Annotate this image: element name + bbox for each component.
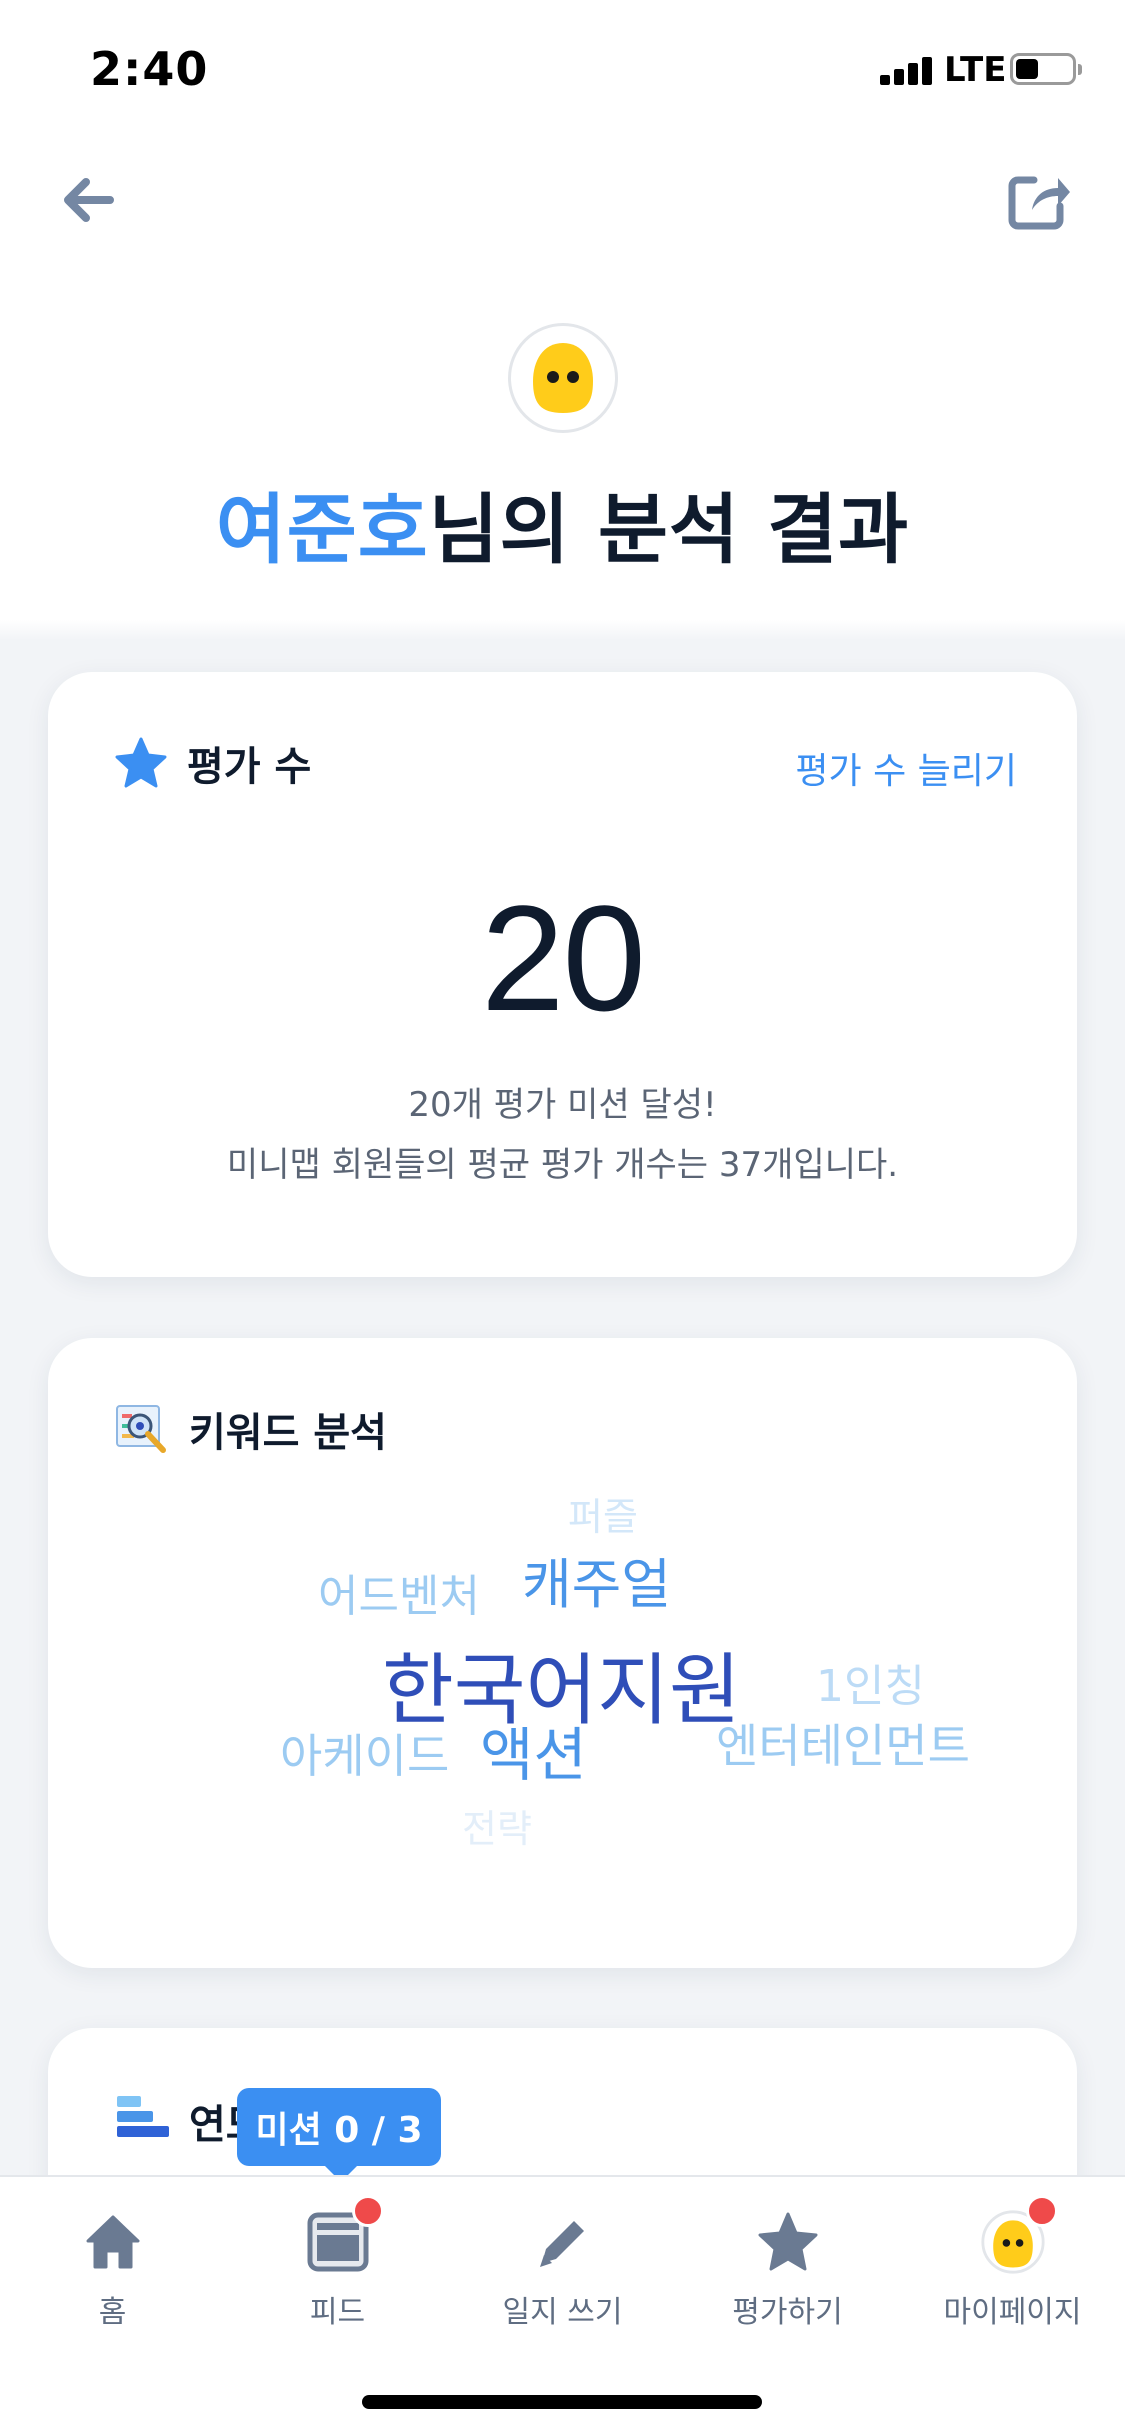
keyword-item: 액션 <box>480 1721 587 1789</box>
tab-rate-label: 평가하기 <box>732 2295 843 2330</box>
keyword-item: 어드벤처 <box>318 1571 480 1622</box>
keyword-item: 아케이드 <box>280 1729 450 1783</box>
status-time: 2:40 <box>90 42 209 96</box>
rating-mission-message: 20개 평가 미션 달성! <box>408 1085 717 1125</box>
tab-rate[interactable]: 평가하기 <box>675 2199 900 2339</box>
keyword-card-header: 키워드 분석 <box>113 1400 387 1458</box>
title-suffix: 님의 분석 결과 <box>428 485 910 574</box>
share-button[interactable] <box>998 160 1078 240</box>
tab-write-log[interactable]: 일지 쓰기 <box>450 2199 675 2339</box>
home-icon <box>80 2209 146 2275</box>
rating-count-value: 20 <box>481 874 646 1042</box>
star-icon <box>755 2209 821 2275</box>
avatar <box>508 323 618 433</box>
tab-home[interactable]: 홈 <box>0 2199 225 2339</box>
keyword-analysis-card: 키워드 분석 퍼즐 캐주얼 어드벤처 한국어지원 1인칭 아케이드 액션 엔터테… <box>48 1338 1077 1968</box>
star-icon <box>115 737 167 788</box>
tab-write-log-label: 일지 쓰기 <box>502 2295 623 2330</box>
increase-ratings-link[interactable]: 평가 수 늘리기 <box>795 742 1017 794</box>
mypage-notification-badge <box>1026 2195 1058 2227</box>
user-name: 여준호 <box>215 485 429 574</box>
tab-home-label: 홈 <box>98 2295 127 2330</box>
bar-chart-icon <box>117 2096 169 2137</box>
tab-feed-label: 피드 <box>309 2295 366 2330</box>
share-icon <box>1008 176 1070 230</box>
keyword-item: 엔터테인먼트 <box>716 1719 970 1773</box>
back-arrow-icon <box>64 178 114 222</box>
keyword-item: 퍼즐 <box>568 1495 638 1539</box>
rating-card-title: 평가 수 <box>187 744 312 790</box>
tab-mypage-label: 마이페이지 <box>943 2295 1082 2330</box>
home-indicator <box>362 2395 762 2409</box>
pencil-icon <box>530 2209 596 2275</box>
avatar-icon <box>533 343 593 413</box>
keyword-item: 전략 <box>462 1807 532 1851</box>
feed-notification-badge <box>352 2195 384 2227</box>
mission-tooltip[interactable]: 미션 0 / 3 <box>237 2088 441 2182</box>
tab-mypage[interactable]: 마이페이지 <box>900 2195 1125 2339</box>
back-button[interactable] <box>48 160 128 240</box>
rating-card-header: 평가 수 <box>113 734 311 792</box>
signal-icon <box>880 55 936 85</box>
keyword-item: 캐주얼 <box>522 1553 672 1616</box>
status-bar: 2:40 LTE <box>0 0 1125 140</box>
rating-average-message: 미니맵 회원들의 평균 평가 개수는 37개입니다. <box>226 1145 899 1185</box>
keyword-card-title: 키워드 분석 <box>189 1410 387 1456</box>
keyword-search-icon <box>116 1405 166 1453</box>
rating-count-card: 평가 수 평가 수 늘리기 20 20개 평가 미션 달성! 미니맵 회원들의 … <box>48 672 1077 1277</box>
analysis-page: 2:40 LTE 여준호님의 분석 결과 평가 수 평가 수 늘리기 20 20… <box>0 0 1125 2436</box>
battery-icon <box>1010 53 1082 85</box>
network-label: LTE <box>944 50 1007 90</box>
page-title: 여준호님의 분석 결과 <box>0 468 1125 578</box>
tab-feed[interactable]: 피드 <box>225 2195 450 2339</box>
keyword-item: 1인칭 <box>816 1661 925 1712</box>
